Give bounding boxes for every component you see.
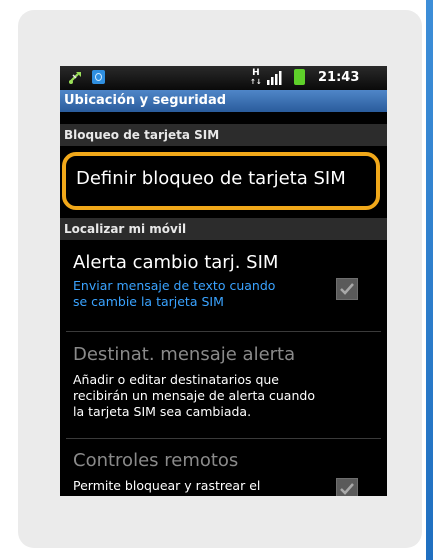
alert-recipients-title: Destinat. mensaje alerta xyxy=(73,344,296,365)
network-type-indicator: H ↑↓ xyxy=(250,68,262,87)
checkmark-icon xyxy=(340,283,354,295)
clock: 21:43 xyxy=(318,70,360,85)
set-sim-lock-label: Definir bloqueo de tarjeta SIM xyxy=(76,168,346,189)
edge-accent-bar xyxy=(426,0,433,560)
status-bar: H ↑↓ 21:43 xyxy=(60,66,387,90)
alert-recipients-description: Añadir o editar destinatarios que recibi… xyxy=(73,372,315,419)
signal-icon xyxy=(267,71,282,85)
phone-screen: H ↑↓ 21:43 Ubicación y seguridad Bloqueo… xyxy=(60,66,387,496)
set-sim-lock-item[interactable]: Definir bloqueo de tarjeta SIM xyxy=(62,152,380,210)
usb-icon xyxy=(69,72,81,84)
divider xyxy=(66,331,381,332)
remote-controls-checkbox[interactable] xyxy=(336,478,358,496)
app-notification-icon xyxy=(92,70,105,84)
sim-change-alert-checkbox[interactable] xyxy=(336,278,358,300)
checkmark-icon xyxy=(340,483,354,495)
sim-change-alert-title: Alerta cambio tarj. SIM xyxy=(73,252,279,273)
remote-controls-description: Permite bloquear y rastrear el xyxy=(73,478,261,493)
sim-change-alert-subtitle: Enviar mensaje de texto cuando se cambie… xyxy=(73,278,276,309)
divider xyxy=(66,438,381,439)
battery-icon xyxy=(294,69,305,85)
section-header-sim-lock: Bloqueo de tarjeta SIM xyxy=(60,124,387,146)
screen-title: Ubicación y seguridad xyxy=(60,90,387,112)
remote-controls-title: Controles remotos xyxy=(73,450,239,471)
section-header-find-phone: Localizar mi móvil xyxy=(60,218,387,240)
